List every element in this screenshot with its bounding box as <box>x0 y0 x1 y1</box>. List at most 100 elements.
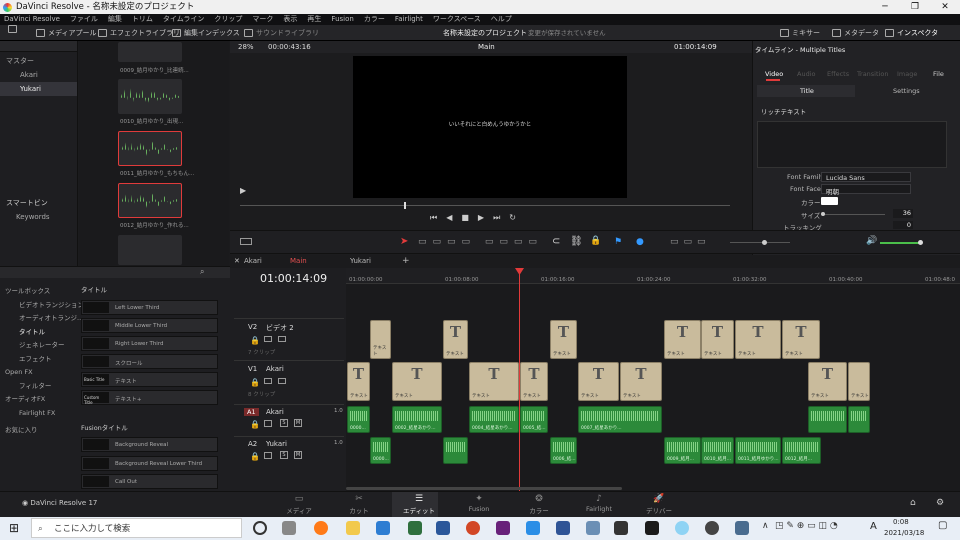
effects-favorites[interactable]: お気に入り <box>5 424 84 438</box>
title-clip[interactable]: T テキスト <box>664 320 701 359</box>
effects-open-fx[interactable]: Open FX <box>5 366 84 380</box>
play-icon[interactable]: ▶ <box>478 213 484 223</box>
lock-icon[interactable]: 🔒 <box>590 236 601 246</box>
fairlight-page-icon[interactable]: ♪ <box>574 494 624 504</box>
title-clip[interactable]: T テキスト <box>808 362 847 401</box>
track-monitor-icon[interactable] <box>278 336 286 342</box>
title-item[interactable]: Custom Title テキスト+ <box>81 390 218 405</box>
title-clip[interactable]: T テキスト <box>782 320 820 359</box>
menu-trim[interactable]: トリム <box>132 15 153 23</box>
panel-toggle-button[interactable] <box>8 25 17 33</box>
volume-handle[interactable] <box>918 240 923 245</box>
audio-clip[interactable]: 0009_結月... <box>664 437 701 464</box>
title-item[interactable]: Middle Lower Third <box>81 318 218 333</box>
cortana-icon[interactable] <box>253 521 267 535</box>
menu-timeline[interactable]: タイムライン <box>163 15 205 23</box>
tracking-value[interactable]: 0 <box>893 221 913 229</box>
go-start-icon[interactable]: ⏮ <box>430 213 437 223</box>
audio-clip[interactable]: 0011_結月ゆかり... <box>735 437 781 464</box>
effects-effects[interactable]: エフェクト <box>5 353 84 367</box>
effects-audio-transitions[interactable]: オーディオトランジ... <box>5 312 84 326</box>
search-icon[interactable]: ⌕ <box>200 267 204 277</box>
title-clip[interactable]: T テキスト <box>701 320 734 359</box>
deliver-page-icon[interactable]: 🚀 <box>634 494 684 504</box>
track-enable-icon[interactable] <box>264 420 272 427</box>
scrubber-playhead[interactable] <box>404 202 406 209</box>
effects-filters[interactable]: フィルター <box>5 380 84 394</box>
loop-icon[interactable]: ↻ <box>509 213 516 223</box>
title-clip[interactable]: T テキスト <box>469 362 519 401</box>
menu-view[interactable]: 表示 <box>283 15 297 23</box>
volume-icon[interactable]: 🔊 <box>866 236 877 246</box>
effects-fairlight-fx[interactable]: Fairlight FX <box>5 407 84 421</box>
timeline-scrollbar[interactable] <box>346 487 622 490</box>
metadata-button[interactable]: メタデータ <box>832 25 879 41</box>
font-family-select[interactable]: Lucida Sans <box>821 172 911 182</box>
mail-icon[interactable] <box>376 521 390 535</box>
volume-slider[interactable] <box>880 242 920 244</box>
notification-icon[interactable]: ▢ <box>938 520 947 531</box>
link-icon[interactable]: ⛓ <box>570 236 583 247</box>
edit-tools-icon[interactable]: ▭▭▭▭ ▭▭▭▭ <box>418 237 543 247</box>
zoom-icons[interactable]: ▭▭▭ <box>670 237 711 247</box>
title-clip[interactable]: T テキスト <box>735 320 781 359</box>
track-enable-icon[interactable] <box>264 378 272 384</box>
clip-thumbnail[interactable] <box>118 79 182 114</box>
subtab-title[interactable]: Title <box>757 85 855 97</box>
play-reverse-icon[interactable]: ◀ <box>446 213 452 223</box>
clip-thumbnail-selected[interactable] <box>118 183 182 218</box>
tab-video[interactable]: Video <box>765 70 783 78</box>
mixer-button[interactable]: ミキサー <box>780 25 820 41</box>
menu-fairlight[interactable]: Fairlight <box>395 15 423 23</box>
zoom-level[interactable]: 28% <box>238 41 254 53</box>
audio-clip[interactable]: 0002_結星あかり... <box>392 406 442 433</box>
rich-text-input[interactable] <box>757 121 947 168</box>
effects-titles[interactable]: タイトル <box>5 326 84 340</box>
menu-color[interactable]: カラー <box>364 15 385 23</box>
app-icon[interactable] <box>675 521 689 535</box>
menu-playback[interactable]: 再生 <box>307 15 321 23</box>
settings-gear-icon[interactable]: ⚙ <box>936 498 944 508</box>
track-monitor-icon[interactable] <box>278 378 286 384</box>
menu-help[interactable]: ヘルプ <box>491 15 512 23</box>
effects-generators[interactable]: ジェネレーター <box>5 339 84 353</box>
clip-thumbnail-selected[interactable] <box>118 131 182 166</box>
bin-yukari[interactable]: Yukari <box>0 82 77 96</box>
menu-resolve[interactable]: DaVinci Resolve <box>4 15 60 23</box>
solo-button[interactable]: S <box>280 451 288 459</box>
title-clip[interactable]: T テキスト <box>550 320 577 359</box>
audio-clip[interactable]: 0006_結... <box>550 437 577 464</box>
scrubber-bar[interactable] <box>240 205 730 206</box>
task-view-icon[interactable] <box>282 521 296 535</box>
menu-mark[interactable]: マーク <box>252 15 273 23</box>
flag-icon[interactable]: ⚑ <box>614 237 622 247</box>
page-cut[interactable]: カット <box>334 505 384 515</box>
timeline-selector[interactable]: Main <box>478 41 495 53</box>
track-lock-icon[interactable]: 🔒 <box>250 336 260 345</box>
effects-video-transitions[interactable]: ビデオトランジション <box>5 299 84 313</box>
page-edit[interactable]: エディット <box>394 505 444 515</box>
visual-studio-icon[interactable] <box>496 521 510 535</box>
app-icon[interactable] <box>645 521 659 535</box>
marker-icon[interactable]: ● <box>636 237 644 247</box>
close-button[interactable]: ✕ <box>930 0 960 14</box>
clip-thumbnail[interactable] <box>118 235 182 265</box>
timeline-playhead[interactable] <box>519 270 520 491</box>
audio-clip[interactable]: 0005_結... <box>520 406 548 433</box>
font-face-select[interactable]: 明朝 <box>821 184 911 196</box>
page-deliver[interactable]: デリバー <box>634 505 684 515</box>
audio-clip[interactable] <box>443 437 468 464</box>
fusion-title-item[interactable]: Background Reveal Lower Third <box>81 456 218 471</box>
effects-audio-fx[interactable]: オーディオFX <box>5 393 84 407</box>
title-clip[interactable]: T テキスト <box>347 362 370 401</box>
effects-toolbox[interactable]: ツールボックス <box>5 285 84 299</box>
track-lock-icon[interactable]: 🔒 <box>250 378 260 387</box>
go-end-icon[interactable]: ⏭ <box>493 213 500 223</box>
menu-edit[interactable]: 編集 <box>108 15 122 23</box>
tab-audio[interactable]: Audio <box>797 70 815 78</box>
audio-clip[interactable]: 0010_結月... <box>701 437 734 464</box>
smart-bin-keywords[interactable]: Keywords <box>6 210 71 224</box>
audio-clip[interactable] <box>808 406 847 433</box>
media-page-icon[interactable]: ▭ <box>274 494 324 504</box>
menu-clip[interactable]: クリップ <box>214 15 242 23</box>
